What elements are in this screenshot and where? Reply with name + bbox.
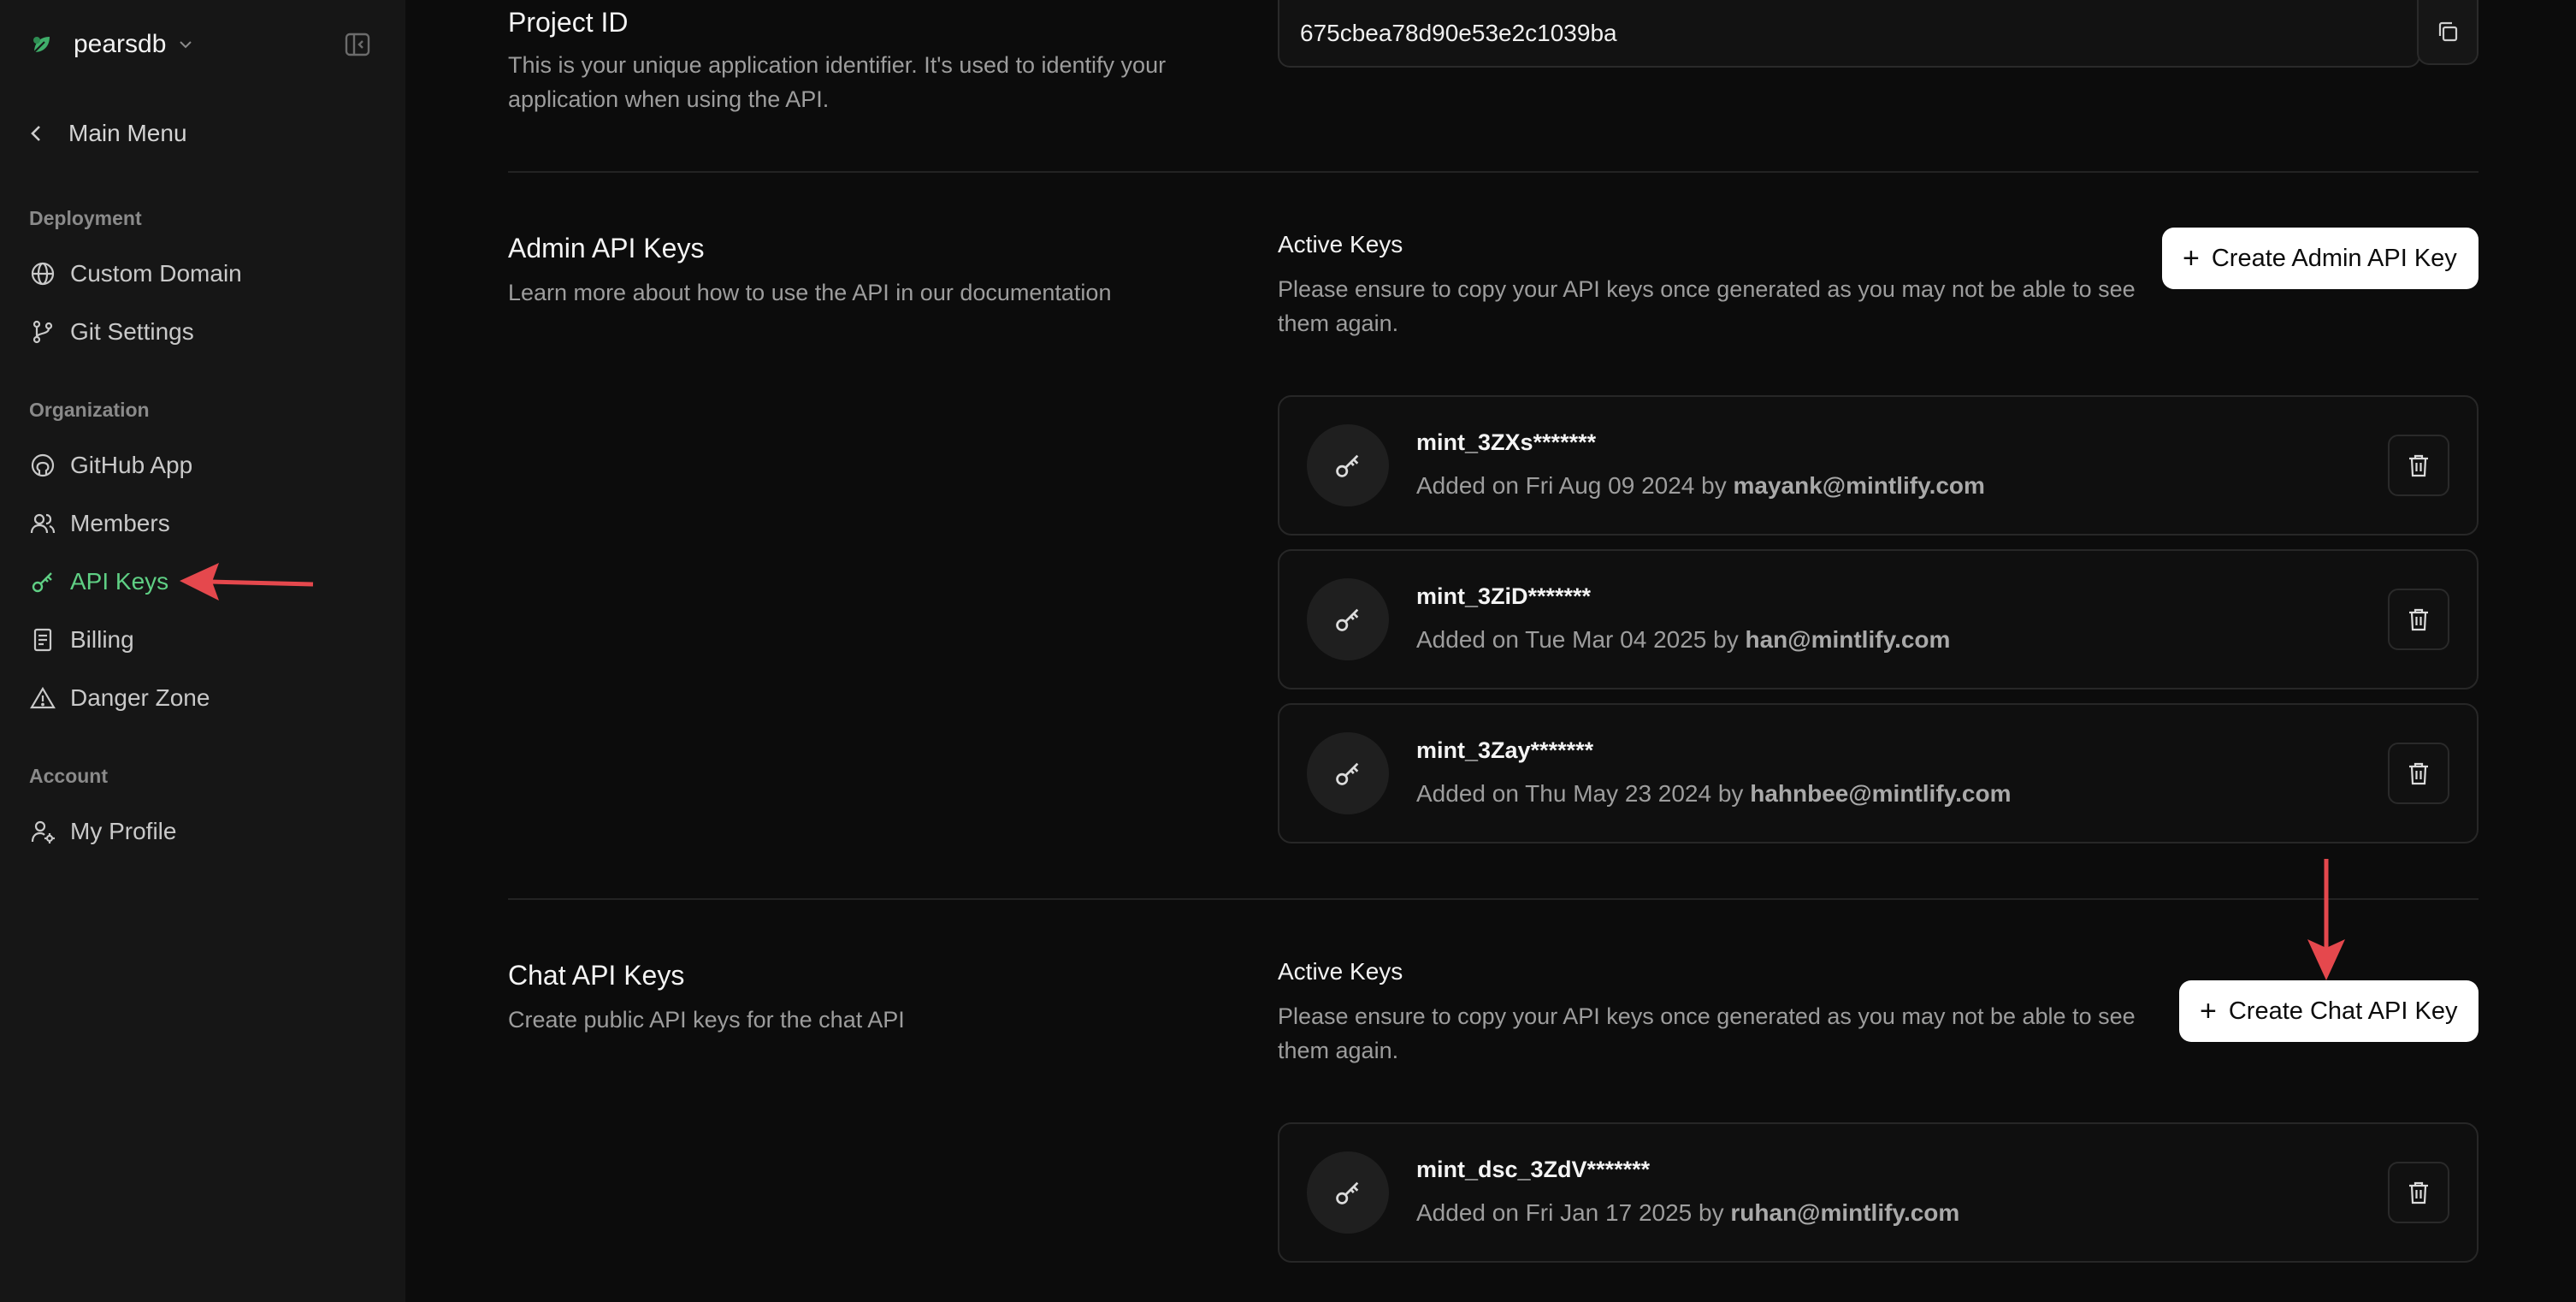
admin-key-card: mint_3ZiD******* Added on Tue Mar 04 202… [1278, 549, 2479, 689]
sidebar-item-label: Git Settings [70, 318, 194, 345]
main-content: Project ID This is your unique applicati… [405, 0, 2576, 1302]
sidebar-item-label: Billing [70, 626, 134, 653]
trash-icon [2409, 608, 2428, 631]
section-divider [508, 171, 2479, 173]
section-organization: Organization [29, 399, 150, 421]
key-icon [1307, 732, 1389, 814]
sidebar-item-danger-zone[interactable]: Danger Zone [29, 678, 210, 719]
github-icon [29, 452, 56, 479]
chat-active-keys-title: Active Keys [1278, 958, 1403, 985]
create-admin-api-key-button[interactable]: + Create Admin API Key [2162, 228, 2479, 289]
user-settings-icon [29, 818, 56, 845]
admin-keys-title: Admin API Keys [508, 233, 705, 263]
copy-icon [2438, 21, 2458, 42]
trash-icon [2409, 762, 2428, 785]
key-icon [1307, 1151, 1389, 1234]
delete-key-button[interactable] [2388, 589, 2449, 650]
key-added-by: han@mintlify.com [1745, 626, 1951, 653]
delete-key-button[interactable] [2388, 1162, 2449, 1223]
admin-active-keys-description: Please ensure to copy your API keys once… [1278, 276, 2136, 336]
chat-keys-title: Chat API Keys [508, 960, 685, 991]
key-name: mint_3ZXs******* [1416, 429, 1597, 455]
chevron-down-icon [180, 41, 192, 49]
key-name: mint_3ZiD******* [1416, 583, 1592, 609]
chat-keys-description: Create public API keys for the chat API [508, 1007, 905, 1033]
create-admin-api-key-label: Create Admin API Key [2211, 244, 2457, 272]
key-name: mint_dsc_3ZdV******* [1416, 1157, 1651, 1182]
project-id-title: Project ID [508, 7, 629, 38]
admin-key-card: mint_3Zay******* Added on Thu May 23 202… [1278, 703, 2479, 843]
copy-button[interactable] [2417, 0, 2479, 65]
app-root: pearsdb Main Menu Deployment Custom Doma… [0, 0, 2576, 1302]
receipt-icon [29, 626, 56, 654]
key-added-date: Added on Fri Jan 17 2025 by [1416, 1199, 1724, 1226]
key-added-by: hahnbee@mintlify.com [1750, 780, 2012, 807]
key-meta: Added on Fri Aug 09 2024 by mayank@mintl… [1416, 472, 1985, 500]
admin-active-keys-title: Active Keys [1278, 231, 1403, 257]
globe-icon [29, 260, 56, 287]
sidebar-item-label: Custom Domain [70, 260, 242, 287]
delete-key-button[interactable] [2388, 743, 2449, 804]
trash-icon [2409, 1181, 2428, 1204]
admin-key-card: mint_3ZXs******* Added on Fri Aug 09 202… [1278, 395, 2479, 536]
leaf-logo-icon [33, 37, 50, 53]
trash-icon [2409, 454, 2428, 477]
annotation-arrow-left [180, 563, 314, 601]
key-meta: Added on Thu May 23 2024 by hahnbee@mint… [1416, 780, 2011, 808]
sidebar-item-label: API Keys [70, 568, 169, 595]
sidebar-item-label: Danger Zone [70, 684, 210, 711]
project-id-field[interactable]: 675cbea78d90e53e2c1039ba [1278, 0, 2420, 68]
sidebar-item-github-app[interactable]: GitHub App [29, 445, 192, 486]
chevron-left-icon [29, 120, 51, 147]
sidebar-item-api-keys[interactable]: API Keys [29, 561, 168, 602]
warning-icon [29, 684, 56, 712]
sidebar-item-members[interactable]: Members [29, 503, 170, 544]
git-branch-icon [29, 318, 56, 346]
project-id-value: 675cbea78d90e53e2c1039ba [1300, 19, 1617, 46]
chat-active-keys-description: Please ensure to copy your API keys once… [1278, 1003, 2136, 1063]
delete-key-button[interactable] [2388, 435, 2449, 496]
project-id-description: This is your unique application identifi… [508, 52, 1167, 112]
key-meta: Added on Tue Mar 04 2025 by han@mintlify… [1416, 626, 1950, 654]
main-menu-label: Main Menu [68, 120, 187, 146]
key-added-date: Added on Thu May 23 2024 by [1416, 780, 1744, 807]
collapse-sidebar-icon[interactable] [344, 31, 371, 58]
sidebar-item-label: GitHub App [70, 452, 193, 478]
sidebar-item-label: Members [70, 510, 170, 536]
key-name: mint_3Zay******* [1416, 737, 1594, 763]
plus-icon: + [2183, 242, 2200, 275]
key-icon [1307, 424, 1389, 506]
main-menu-link[interactable]: Main Menu [29, 113, 187, 154]
sidebar-item-billing[interactable]: Billing [29, 619, 134, 660]
create-chat-api-key-button[interactable]: + Create Chat API Key [2179, 980, 2479, 1042]
key-icon [29, 568, 56, 595]
key-added-by: ruhan@mintlify.com [1730, 1199, 1960, 1226]
create-chat-api-key-label: Create Chat API Key [2228, 997, 2458, 1025]
section-deployment: Deployment [29, 207, 142, 229]
sidebar-item-my-profile[interactable]: My Profile [29, 811, 176, 852]
sidebar-item-custom-domain[interactable]: Custom Domain [29, 253, 242, 294]
chat-key-card: mint_dsc_3ZdV******* Added on Fri Jan 17… [1278, 1122, 2479, 1263]
section-account: Account [29, 765, 108, 787]
org-name: pearsdb [74, 30, 167, 58]
key-added-date: Added on Tue Mar 04 2025 by [1416, 626, 1739, 653]
sidebar-item-git-settings[interactable]: Git Settings [29, 311, 194, 352]
key-added-date: Added on Fri Aug 09 2024 by [1416, 472, 1727, 499]
sidebar: pearsdb Main Menu Deployment Custom Doma… [0, 0, 405, 1302]
admin-keys-description: Learn more about how to use the API in o… [508, 280, 1112, 305]
key-icon [1307, 578, 1389, 660]
key-added-by: mayank@mintlify.com [1733, 472, 1985, 499]
key-meta: Added on Fri Jan 17 2025 by ruhan@mintli… [1416, 1199, 1959, 1227]
org-switcher[interactable]: pearsdb [29, 26, 195, 63]
users-icon [29, 510, 56, 537]
annotation-arrow-down [2307, 859, 2345, 980]
plus-icon: + [2200, 995, 2217, 1027]
sidebar-item-label: My Profile [70, 818, 177, 844]
section-divider [508, 898, 2479, 900]
